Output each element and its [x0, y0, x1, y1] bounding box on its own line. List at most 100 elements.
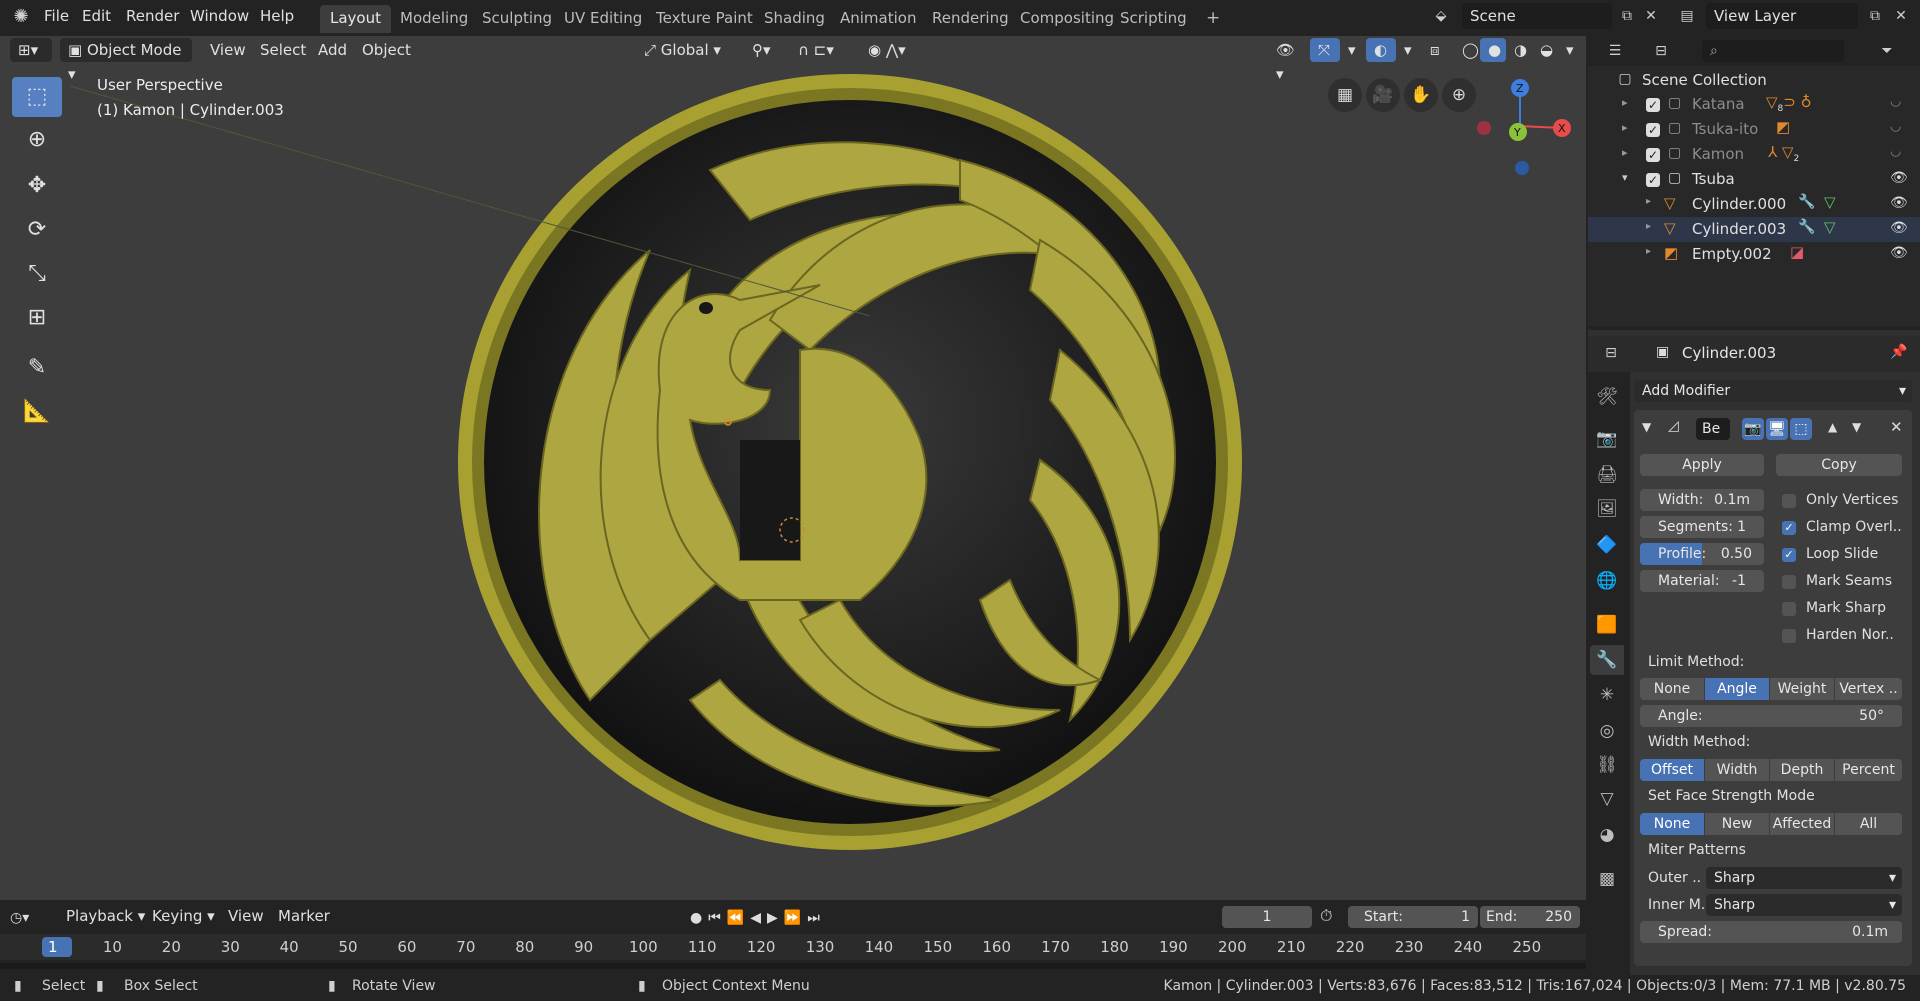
pan-view-icon[interactable]: ✋ [1404, 78, 1438, 112]
particles-tab-icon[interactable]: ✳ [1590, 680, 1624, 710]
view-layer-tab-icon[interactable]: 🖼 [1590, 494, 1624, 524]
render-tab-icon[interactable]: 📷 [1590, 424, 1624, 454]
clamp-overlap-checkbox[interactable]: ✓ [1782, 521, 1796, 535]
face-new-button[interactable]: New [1705, 813, 1769, 835]
menu-object[interactable]: Object [362, 36, 411, 64]
hidden-icon[interactable]: ◡ [1890, 144, 1901, 159]
visibility-icon[interactable]: 👁▾ [1268, 38, 1308, 83]
add-workspace-button[interactable]: + [1196, 5, 1230, 33]
timeline-editor-icon[interactable]: ◷▾ [10, 906, 50, 930]
expand-cylinder003-icon[interactable]: ▸ [1646, 221, 1651, 232]
rotate-tool-icon[interactable]: ⟳ [12, 210, 62, 250]
collapse-modifier-icon[interactable]: ▼ [1642, 420, 1651, 434]
exclude-katana-checkbox[interactable]: ✓ [1646, 98, 1660, 112]
tab-rendering[interactable]: Rendering [922, 5, 1019, 33]
view-layer-icon[interactable]: ▤ [1674, 3, 1700, 29]
overlays-toggle-icon[interactable]: ◐ [1366, 38, 1396, 62]
tool-tab-icon[interactable]: 🛠 [1590, 382, 1624, 412]
navigation-gizmo[interactable]: Z X Y [1470, 78, 1580, 178]
end-frame-field[interactable]: End: 250 [1480, 906, 1580, 928]
current-frame-field[interactable]: 1 [1222, 906, 1312, 928]
overlays-dropdown-icon[interactable]: ▾ [1396, 38, 1416, 62]
transform-orientation-dropdown[interactable]: ⤢ Global ▾ [636, 38, 734, 62]
profile-slider[interactable]: Profile: 0.50 [1640, 543, 1764, 565]
solid-shading-icon[interactable]: ● [1480, 38, 1506, 62]
gizmo-toggle-icon[interactable]: ⤧ [1310, 38, 1340, 62]
outliner-item-katana[interactable]: Katana [1692, 95, 1745, 113]
output-tab-icon[interactable]: 🖨 [1590, 460, 1624, 490]
inner-miter-dropdown[interactable]: Sharp ▾ [1706, 894, 1902, 916]
tab-scripting[interactable]: Scripting [1110, 5, 1197, 33]
exclude-tsuka-checkbox[interactable]: ✓ [1646, 123, 1660, 137]
physics-tab-icon[interactable]: ◎ [1590, 716, 1624, 746]
start-frame-field[interactable]: Start: 1 [1348, 906, 1478, 928]
keying-menu[interactable]: Keying ▾ [152, 907, 215, 925]
exclude-kamon-checkbox[interactable]: ✓ [1646, 148, 1660, 162]
new-view-layer-icon[interactable]: ⧉ [1862, 3, 1888, 29]
annotate-tool-icon[interactable]: ✎ [12, 348, 62, 388]
texture-tab-icon[interactable]: ▩ [1590, 864, 1624, 894]
pin-icon[interactable]: 📌 [1890, 344, 1907, 360]
modifier-tab-icon[interactable]: 🔧 [1590, 645, 1624, 675]
select-box-tool-icon[interactable]: ⬚ [12, 77, 62, 117]
outliner-item-tsuba[interactable]: Tsuba [1692, 170, 1735, 188]
delete-view-layer-icon[interactable]: ✕ [1888, 3, 1914, 29]
tab-animation[interactable]: Animation [830, 5, 926, 33]
scene-name-field[interactable]: Scene [1462, 3, 1612, 29]
eye-icon[interactable]: 👁 [1890, 195, 1908, 211]
preview-range-icon[interactable]: ⏱ [1320, 906, 1332, 926]
wireframe-shading-icon[interactable]: ◯ [1454, 38, 1480, 62]
rendered-shading-icon[interactable]: ◒ [1532, 38, 1558, 62]
tab-texture-paint[interactable]: Texture Paint [646, 5, 763, 33]
measure-tool-icon[interactable]: 📐 [12, 392, 62, 432]
limit-angle-button[interactable]: Angle [1705, 678, 1769, 700]
move-down-icon[interactable]: ▼ [1852, 420, 1861, 434]
harden-normals-checkbox[interactable] [1782, 629, 1796, 643]
outliner-item-empty002[interactable]: Empty.002 [1692, 245, 1772, 263]
menu-view[interactable]: View [210, 36, 246, 64]
playback-controls[interactable]: ●⏮⏪◀▶⏩⏭ [690, 906, 860, 930]
marker-menu[interactable]: Marker [278, 907, 330, 925]
object-mode-dropdown[interactable]: ▣ Object Mode ▾ [60, 38, 192, 83]
copy-button[interactable]: Copy [1776, 454, 1902, 476]
expand-tsuka-icon[interactable]: ▸ [1622, 121, 1628, 134]
outliner-item-cylinder003[interactable]: Cylinder.003 [1692, 220, 1786, 238]
segments-field[interactable]: Segments: 1 [1640, 516, 1764, 538]
editmode-toggle-icon[interactable]: ⬚ [1790, 418, 1812, 440]
face-none-button[interactable]: None [1640, 813, 1704, 835]
world-tab-icon[interactable]: 🌐 [1590, 566, 1624, 596]
view-layer-field[interactable]: View Layer [1706, 3, 1858, 29]
display-mode-icon[interactable]: ⊟ [1648, 38, 1674, 64]
expand-empty002-icon[interactable]: ▸ [1646, 246, 1651, 257]
remove-modifier-icon[interactable]: ✕ [1890, 418, 1903, 436]
apply-button[interactable]: Apply [1640, 454, 1764, 476]
toggle-grid-icon[interactable]: ▦ [1328, 78, 1362, 112]
angle-field[interactable]: Angle: 50° [1640, 705, 1902, 727]
tab-modeling[interactable]: Modeling [390, 5, 478, 33]
menu-file[interactable]: File [44, 0, 69, 34]
timeline-view-menu[interactable]: View [228, 907, 264, 925]
material-shading-icon[interactable]: ◑ [1506, 38, 1532, 62]
tab-uv-editing[interactable]: UV Editing [554, 5, 652, 33]
outer-miter-dropdown[interactable]: Sharp ▾ [1706, 867, 1902, 889]
shading-dropdown-icon[interactable]: ▾ [1558, 38, 1578, 62]
data-tab-icon[interactable]: ▽ [1590, 784, 1624, 814]
tab-compositing[interactable]: Compositing [1010, 5, 1124, 33]
properties-editor-icon[interactable]: ⊟ [1598, 340, 1624, 366]
playback-menu[interactable]: Playback ▾ [66, 907, 145, 925]
move-up-icon[interactable]: ▲ [1828, 420, 1837, 434]
hidden-icon[interactable]: ◡ [1890, 94, 1901, 109]
only-vertices-checkbox[interactable] [1782, 494, 1796, 508]
move-tool-icon[interactable]: ✥ [12, 166, 62, 206]
hidden-icon[interactable]: ◡ [1890, 119, 1901, 134]
delete-scene-icon[interactable]: ✕ [1638, 3, 1664, 29]
xray-icon[interactable]: ⧈ [1422, 38, 1450, 62]
menu-help[interactable]: Help [260, 0, 294, 34]
tab-sculpting[interactable]: Sculpting [472, 5, 562, 33]
width-percent-button[interactable]: Percent [1835, 759, 1902, 781]
limit-vertex-button[interactable]: Vertex .. [1835, 678, 1902, 700]
cursor-tool-icon[interactable]: ⊕ [12, 120, 62, 160]
outliner-editor-icon[interactable]: ☰ [1602, 38, 1628, 64]
timeline-scrollbar[interactable] [0, 963, 1586, 969]
outliner-item-tsuka-ito[interactable]: Tsuka-ito [1692, 120, 1758, 138]
